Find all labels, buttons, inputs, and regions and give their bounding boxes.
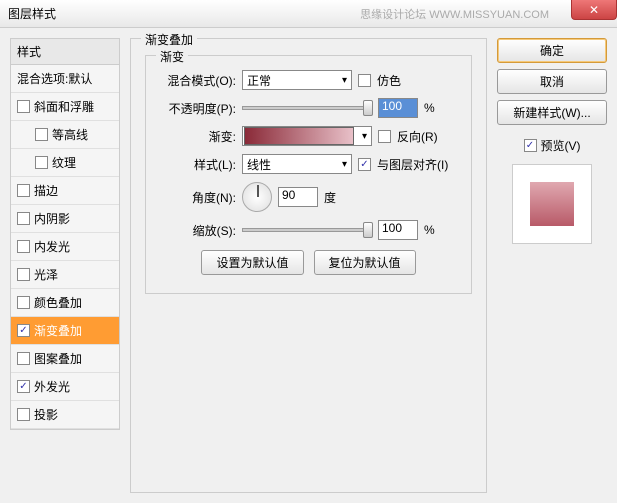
reverse-label: 反向(R) [397,128,438,145]
scale-input[interactable]: 100 [378,220,418,240]
gradient-picker[interactable] [242,126,372,146]
angle-unit: 度 [324,189,336,206]
style-item-5[interactable]: 内发光 [11,233,119,261]
style-checkbox[interactable] [17,240,30,253]
slider-thumb[interactable] [363,222,373,238]
opacity-slider[interactable] [242,106,372,110]
cancel-button[interactable]: 取消 [497,69,607,94]
style-checkbox[interactable] [17,100,30,113]
slider-thumb[interactable] [363,100,373,116]
style-item-1[interactable]: 等高线 [11,121,119,149]
style-checkbox[interactable] [17,324,30,337]
align-label: 与图层对齐(I) [377,156,448,173]
opacity-input[interactable]: 100 [378,98,418,118]
styles-header: 样式 [11,39,119,65]
dither-checkbox[interactable] [358,74,371,87]
style-item-3[interactable]: 描边 [11,177,119,205]
blend-mode-dropdown[interactable]: 正常 [242,70,352,90]
style-item-8[interactable]: 渐变叠加 [11,317,119,345]
opacity-unit: % [424,101,435,115]
style-item-7[interactable]: 颜色叠加 [11,289,119,317]
style-dropdown[interactable]: 线性 [242,154,352,174]
ok-button[interactable]: 确定 [497,38,607,63]
style-label: 投影 [34,406,58,423]
preview-label: 预览(V) [541,137,581,154]
style-label: 描边 [34,182,58,199]
blend-options-default[interactable]: 混合选项:默认 [11,65,119,93]
gradient-label: 渐变: [158,128,236,145]
style-item-11[interactable]: 投影 [11,401,119,429]
style-label: 等高线 [52,126,88,143]
style-checkbox[interactable] [17,184,30,197]
gradient-swatch [244,127,354,145]
window-title: 图层样式 [8,5,360,22]
style-label: 光泽 [34,266,58,283]
angle-dial[interactable] [242,182,272,212]
reset-default-button[interactable]: 复位为默认值 [314,250,416,275]
style-checkbox[interactable] [17,352,30,365]
preview-box [512,164,592,244]
style-checkbox[interactable] [35,156,48,169]
scale-unit: % [424,223,435,237]
style-item-2[interactable]: 纹理 [11,149,119,177]
blend-mode-value: 正常 [247,72,271,89]
angle-input[interactable]: 90 [278,187,318,207]
sub-title: 渐变 [156,48,188,65]
style-label: 外发光 [34,378,70,395]
style-label: 颜色叠加 [34,294,82,311]
scale-slider[interactable] [242,228,372,232]
style-checkbox[interactable] [17,268,30,281]
align-checkbox[interactable] [358,158,371,171]
angle-label: 角度(N): [158,189,236,206]
dither-label: 仿色 [377,72,401,89]
scale-label: 缩放(S): [158,222,236,239]
style-label: 纹理 [52,154,76,171]
style-label: 内发光 [34,238,70,255]
preview-swatch [530,182,574,226]
set-default-button[interactable]: 设置为默认值 [201,250,303,275]
style-item-10[interactable]: 外发光 [11,373,119,401]
opacity-label: 不透明度(P): [158,100,236,117]
new-style-button[interactable]: 新建样式(W)... [497,100,607,125]
style-item-6[interactable]: 光泽 [11,261,119,289]
preview-checkbox[interactable] [524,139,537,152]
style-label: 内阴影 [34,210,70,227]
close-button[interactable]: ✕ [571,0,617,20]
style-item-0[interactable]: 斜面和浮雕 [11,93,119,121]
style-checkbox[interactable] [17,408,30,421]
style-label: 样式(L): [158,156,236,173]
blend-mode-label: 混合模式(O): [158,72,236,89]
style-checkbox[interactable] [17,212,30,225]
style-label: 图案叠加 [34,350,82,367]
reverse-checkbox[interactable] [378,130,391,143]
style-value: 线性 [247,156,271,173]
group-title: 渐变叠加 [141,31,197,48]
style-checkbox[interactable] [17,296,30,309]
style-item-4[interactable]: 内阴影 [11,205,119,233]
style-checkbox[interactable] [17,380,30,393]
watermark: 思缘设计论坛 WWW.MISSYUAN.COM [360,6,549,22]
style-label: 斜面和浮雕 [34,98,94,115]
close-icon: ✕ [589,3,599,17]
style-checkbox[interactable] [35,128,48,141]
style-label: 渐变叠加 [34,322,82,339]
style-item-9[interactable]: 图案叠加 [11,345,119,373]
